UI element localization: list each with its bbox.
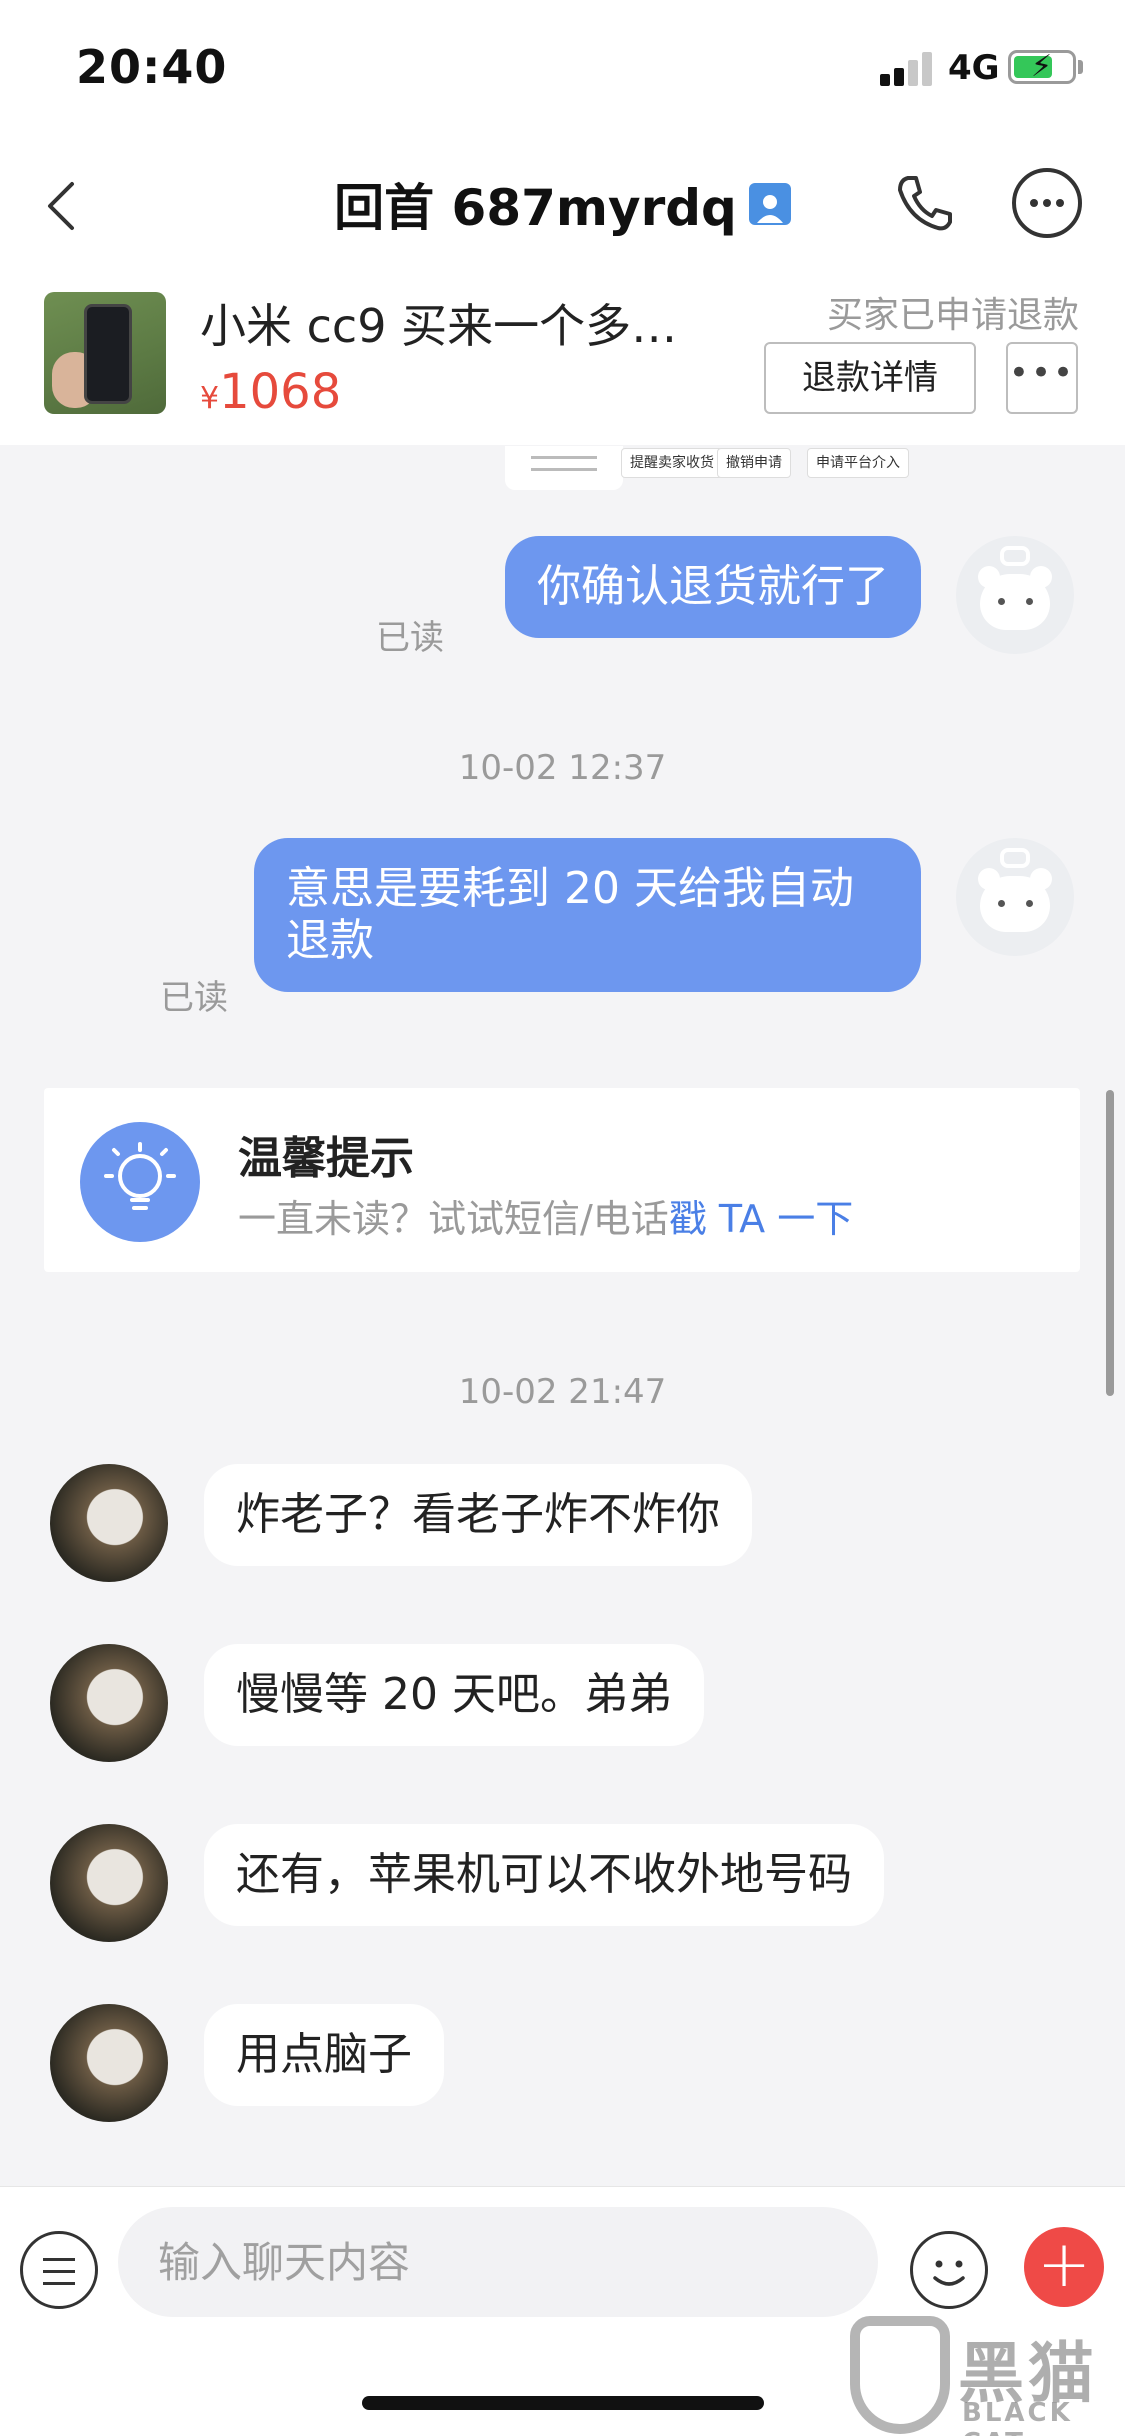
chat-input[interactable] — [118, 2207, 878, 2317]
watermark-logo: 黑猫 BLACK CAT — [850, 2316, 1120, 2436]
message-bubble-other[interactable]: 慢慢等 20 天吧。弟弟 — [204, 1644, 704, 1746]
read-receipt: 已读 — [160, 978, 228, 1018]
my-avatar[interactable] — [956, 838, 1074, 956]
watermark-subtext: BLACK CAT — [962, 2398, 1073, 2436]
tip-body: 一直未读？试试短信/电话戳 TA 一下 — [238, 1188, 853, 1243]
message-timestamp: 10-02 21:47 — [458, 1372, 667, 1412]
nav-bar: 回首 687myrdq — [0, 140, 1125, 270]
product-more-button[interactable]: ••• — [1006, 342, 1078, 414]
verified-user-icon — [748, 183, 791, 225]
message-bubble-other[interactable]: 还有，苹果机可以不收外地号码 — [204, 1824, 884, 1926]
add-button[interactable]: + — [1024, 2227, 1104, 2307]
status-bar: 20:40 4G ⚡ — [0, 0, 1125, 140]
price-value: 1068 — [219, 364, 342, 420]
tip-title: 温馨提示 — [238, 1133, 414, 1184]
read-receipt: 已读 — [376, 618, 444, 658]
shield-icon — [850, 2316, 950, 2434]
message-bubble-other[interactable]: 用点脑子 — [204, 2004, 444, 2106]
cancel-request-chip[interactable]: 撤销申请 — [717, 448, 791, 478]
remind-seller-chip[interactable]: 提醒卖家收货 — [621, 448, 723, 478]
message-bubble-me[interactable]: 意思是要耗到 20 天给我自动退款 — [254, 838, 921, 992]
smiley-icon — [933, 2260, 965, 2286]
status-time: 20:40 — [76, 40, 228, 94]
emoji-button[interactable] — [910, 2231, 988, 2309]
phone-icon — [898, 176, 952, 231]
product-price: ¥1068 — [200, 364, 341, 420]
lightbulb-icon — [80, 1122, 200, 1242]
platform-intervene-chip[interactable]: 申请平台介入 — [807, 448, 909, 478]
poke-link[interactable]: 戳 TA 一下 — [669, 1197, 853, 1241]
refund-detail-button[interactable]: 退款详情 — [764, 342, 976, 414]
message-bubble-me[interactable]: 你确认退货就行了 — [505, 536, 921, 638]
more-dots-icon — [1012, 168, 1082, 238]
page-title: 回首 687myrdq — [334, 179, 737, 237]
signal-icon — [880, 52, 938, 86]
menu-button[interactable] — [20, 2231, 98, 2309]
currency-symbol: ¥ — [200, 381, 220, 416]
contact-avatar[interactable] — [50, 1824, 168, 1942]
contact-avatar[interactable] — [50, 1644, 168, 1762]
message-bubble-other[interactable]: 炸老子？看老子炸不炸你 — [204, 1464, 752, 1566]
drag-handle[interactable] — [505, 446, 623, 490]
battery-icon: ⚡ — [1008, 49, 1076, 84]
battery-tip — [1078, 60, 1083, 74]
product-thumbnail[interactable] — [44, 292, 166, 414]
product-bar[interactable]: 小米 cc9 买来一个多… ¥1068 买家已申请退款 退款详情 ••• — [0, 270, 1125, 445]
tip-card: 温馨提示 一直未读？试试短信/电话戳 TA 一下 — [44, 1088, 1080, 1272]
home-indicator[interactable] — [362, 2396, 764, 2410]
refund-status: 买家已申请退款 — [826, 295, 1079, 336]
more-options-button[interactable] — [1010, 166, 1084, 240]
call-button[interactable] — [888, 168, 958, 238]
my-avatar[interactable] — [956, 536, 1074, 654]
contact-avatar[interactable] — [50, 2004, 168, 2122]
scrollbar[interactable] — [1106, 1090, 1114, 1396]
refund-action-strip: 提醒卖家收货 撤销申请 申请平台介入 — [505, 446, 915, 490]
network-label: 4G — [948, 48, 1000, 88]
contact-avatar[interactable] — [50, 1464, 168, 1582]
tip-body-text: 一直未读？试试短信/电话 — [238, 1197, 669, 1241]
message-timestamp: 10-02 12:37 — [458, 748, 667, 788]
product-title[interactable]: 小米 cc9 买来一个多… — [200, 290, 677, 356]
